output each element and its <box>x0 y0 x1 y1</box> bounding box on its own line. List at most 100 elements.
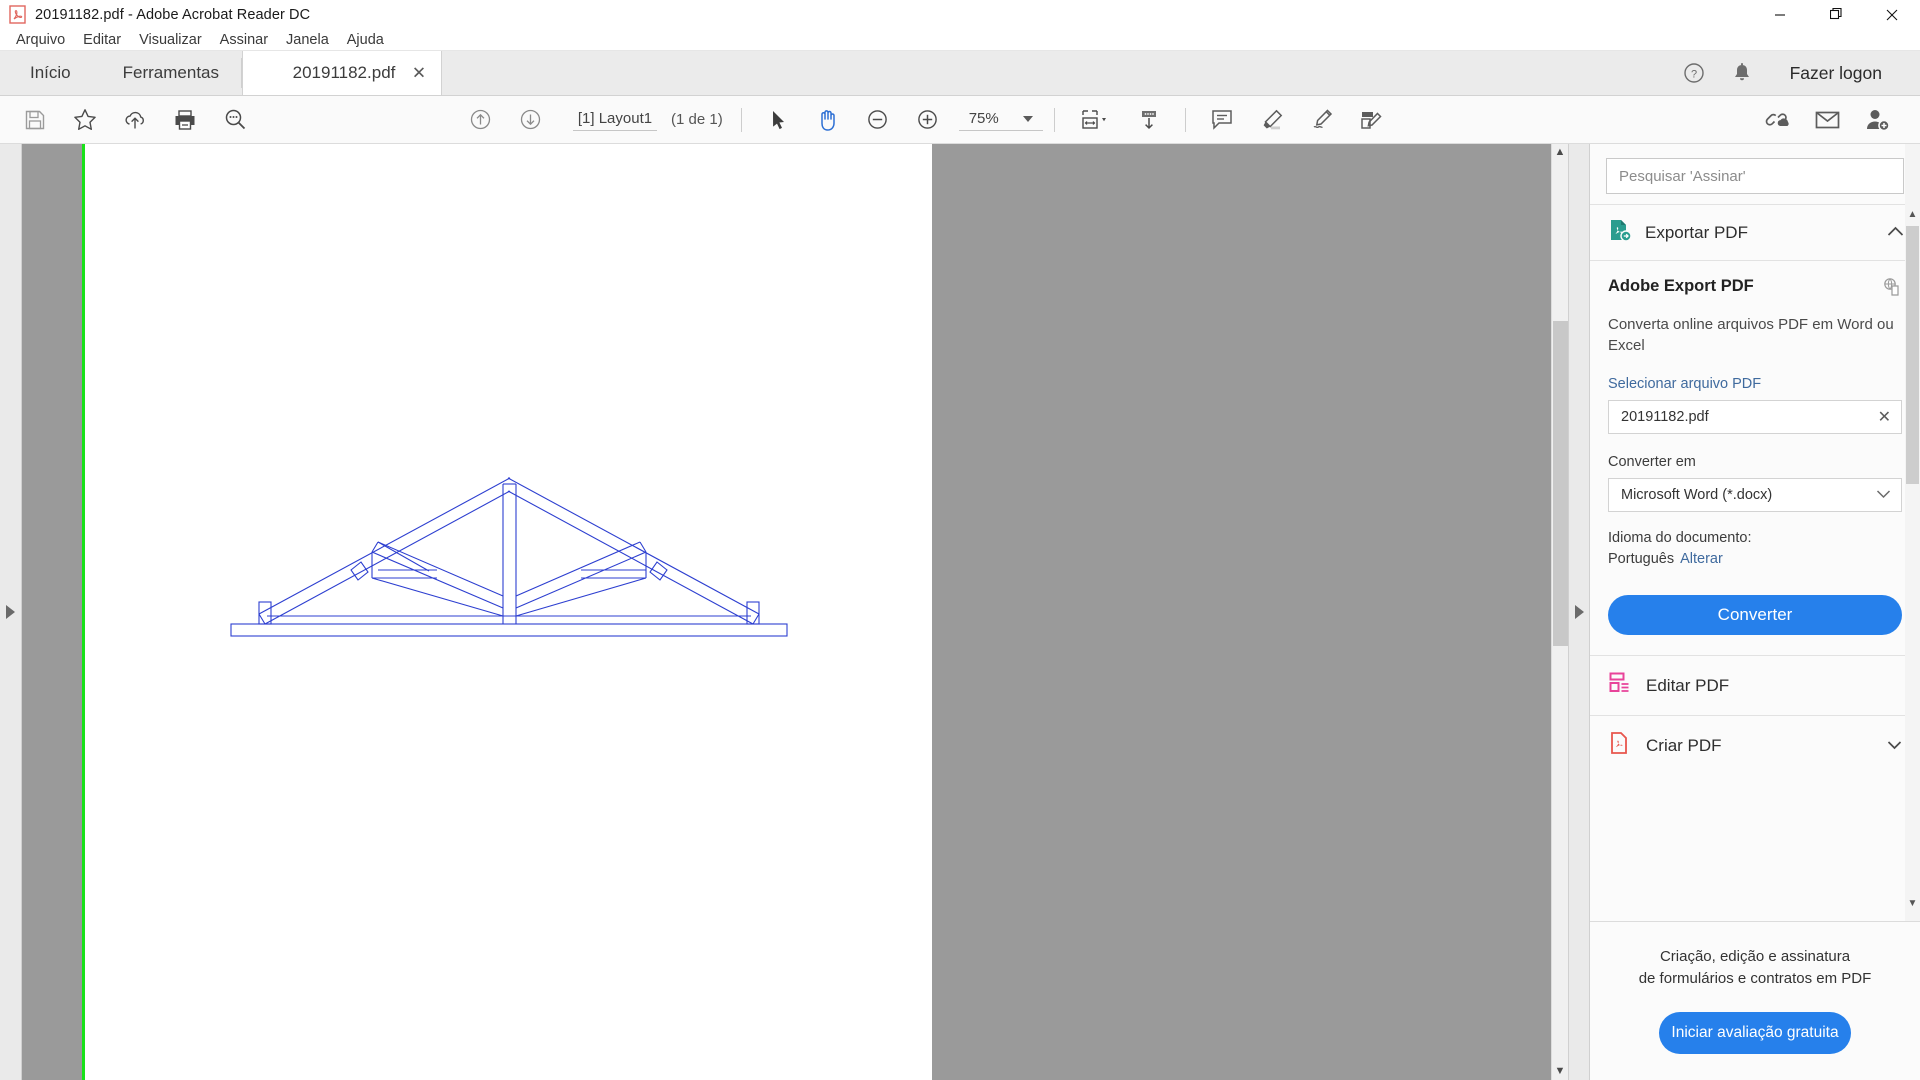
notification-bell-icon[interactable] <box>1718 51 1766 96</box>
select-file-label[interactable]: Selecionar arquivo PDF <box>1608 376 1902 392</box>
sign-icon[interactable] <box>1300 100 1344 140</box>
copy-document-icon[interactable] <box>1882 277 1902 302</box>
chevron-up-icon[interactable] <box>1887 224 1904 241</box>
previous-page-icon[interactable] <box>458 100 502 140</box>
select-cursor-icon[interactable] <box>756 100 800 140</box>
comment-icon[interactable] <box>1200 100 1244 140</box>
tab-bar-right: ? Fazer logon <box>1670 51 1920 95</box>
cloud-upload-icon[interactable] <box>113 100 157 140</box>
sign-in-button[interactable]: Fazer logon <box>1766 63 1896 84</box>
search-input-placeholder: Pesquisar 'Assinar' <box>1619 167 1746 185</box>
save-icon[interactable] <box>13 100 57 140</box>
add-person-icon[interactable] <box>1855 100 1899 140</box>
menu-editar[interactable]: Editar <box>74 30 130 50</box>
toolbar-annotation-group <box>1197 100 1397 140</box>
search-input[interactable]: Pesquisar 'Assinar' <box>1606 158 1904 194</box>
toolbar-separator-1 <box>740 107 742 132</box>
clear-file-icon[interactable]: ✕ <box>1878 407 1891 427</box>
toolbar-view-group <box>753 100 953 140</box>
panel-scroll-up-button[interactable]: ▲ <box>1905 206 1920 222</box>
document-viewer[interactable] <box>22 144 1551 1080</box>
email-icon[interactable] <box>1805 100 1849 140</box>
tab-ferramentas[interactable]: Ferramentas <box>101 51 241 95</box>
roof-truss-drawing <box>229 477 788 637</box>
create-pdf-icon <box>1608 731 1632 760</box>
acrobat-app-icon <box>9 5 26 24</box>
convert-to-label: Converter em <box>1608 454 1696 470</box>
tools-pane-toggle[interactable] <box>1568 144 1590 1080</box>
navigation-pane-toggle[interactable] <box>0 144 22 1080</box>
convert-button[interactable]: Converter <box>1608 595 1902 635</box>
close-icon[interactable]: ✕ <box>411 65 427 82</box>
next-page-icon[interactable] <box>508 100 552 140</box>
tools-panel: Pesquisar 'Assinar' Exportar PDF Adobe E… <box>1590 144 1920 1080</box>
tab-inicio[interactable]: Início <box>0 51 101 95</box>
chevron-down-icon[interactable] <box>1876 487 1891 503</box>
document-left-margin <box>22 144 82 1080</box>
page-number-input[interactable]: [1] Layout1 <box>573 108 657 131</box>
tab-document-label: 20191182.pdf <box>292 63 396 82</box>
document-language-value: Português <box>1608 551 1675 567</box>
start-free-trial-button[interactable]: Iniciar avaliação gratuita <box>1659 1012 1851 1054</box>
chevron-down-icon[interactable] <box>1022 115 1033 122</box>
document-right-margin <box>932 144 1551 1080</box>
export-description: Converta online arquivos PDF em Word ou … <box>1608 316 1894 354</box>
menu-assinar[interactable]: Assinar <box>211 30 277 50</box>
restore-button[interactable] <box>1808 0 1864 29</box>
scroll-mode-icon[interactable] <box>1127 100 1171 140</box>
edit-pdf-icon <box>1608 671 1632 700</box>
minimize-button[interactable] <box>1752 0 1808 29</box>
scroll-track[interactable] <box>1552 161 1569 1063</box>
window-title: 20191182.pdf - Adobe Acrobat Reader DC <box>35 6 311 23</box>
toolbar-layout-group <box>1066 100 1174 140</box>
title-bar: 20191182.pdf - Adobe Acrobat Reader DC <box>0 0 1920 29</box>
tool-row-edit-pdf-label: Editar PDF <box>1646 675 1730 695</box>
document-language-label: Idioma do documento: <box>1608 530 1752 546</box>
menu-janela[interactable]: Janela <box>277 30 338 50</box>
tool-row-create-pdf[interactable]: Criar PDF <box>1590 715 1920 786</box>
zoom-level-selector[interactable]: 75% <box>958 108 1043 131</box>
highlight-icon[interactable] <box>1250 100 1294 140</box>
print-icon[interactable] <box>163 100 207 140</box>
fit-page-icon[interactable] <box>1069 100 1121 140</box>
scroll-up-button[interactable]: ▲ <box>1552 144 1569 161</box>
promo-banner: Criação, edição e assinatura de formulár… <box>1590 921 1920 1080</box>
scroll-down-button[interactable]: ▼ <box>1552 1063 1569 1080</box>
title-bar-left: 20191182.pdf - Adobe Acrobat Reader DC <box>0 5 310 24</box>
search-icon[interactable] <box>213 100 257 140</box>
pdf-page[interactable] <box>85 144 932 1080</box>
toolbar-page-group <box>455 100 555 140</box>
export-pdf-section-header[interactable]: Exportar PDF <box>1590 204 1920 261</box>
menu-ajuda[interactable]: Ajuda <box>338 30 393 50</box>
hand-tool-icon[interactable] <box>806 100 850 140</box>
close-button[interactable] <box>1864 0 1920 29</box>
change-language-link[interactable]: Alterar <box>1680 551 1723 567</box>
help-circle-icon[interactable]: ? <box>1670 51 1718 96</box>
tool-row-edit-pdf[interactable]: Editar PDF <box>1590 655 1920 715</box>
zoom-out-icon[interactable] <box>856 100 900 140</box>
tools-search-wrapper: Pesquisar 'Assinar' <box>1590 144 1920 204</box>
export-heading-row: Adobe Export PDF <box>1608 277 1902 302</box>
convert-to-select[interactable]: Microsoft Word (*.docx) <box>1608 478 1902 512</box>
document-language-row: Português Alterar <box>1608 551 1902 567</box>
selected-file-field[interactable]: 20191182.pdf ✕ <box>1608 400 1902 434</box>
chevron-down-icon[interactable] <box>1887 737 1902 755</box>
convert-to-value: Microsoft Word (*.docx) <box>1621 487 1773 503</box>
tools-panel-scroll-region: Pesquisar 'Assinar' Exportar PDF Adobe E… <box>1590 144 1920 921</box>
window-controls <box>1752 0 1920 29</box>
svg-text:?: ? <box>1691 69 1697 81</box>
share-link-icon[interactable] <box>1755 100 1799 140</box>
fill-and-sign-icon[interactable] <box>1350 100 1394 140</box>
document-vertical-scrollbar[interactable]: ▲ ▼ <box>1551 144 1568 1080</box>
menu-arquivo[interactable]: Arquivo <box>7 30 74 50</box>
zoom-in-icon[interactable] <box>906 100 950 140</box>
menu-visualizar[interactable]: Visualizar <box>130 30 211 50</box>
toolbar-separator-3 <box>1184 107 1186 132</box>
panel-scroll-thumb[interactable] <box>1906 226 1919 484</box>
scroll-thumb[interactable] <box>1552 321 1568 646</box>
panel-scroll-down-button[interactable]: ▼ <box>1905 895 1920 911</box>
menu-bar: Arquivo Editar Visualizar Assinar Janela… <box>0 29 1920 51</box>
tools-panel-scrollbar[interactable]: ▲ ▼ <box>1905 144 1920 921</box>
star-icon[interactable] <box>63 100 107 140</box>
tab-document[interactable]: 20191182.pdf ✕ <box>242 51 443 95</box>
